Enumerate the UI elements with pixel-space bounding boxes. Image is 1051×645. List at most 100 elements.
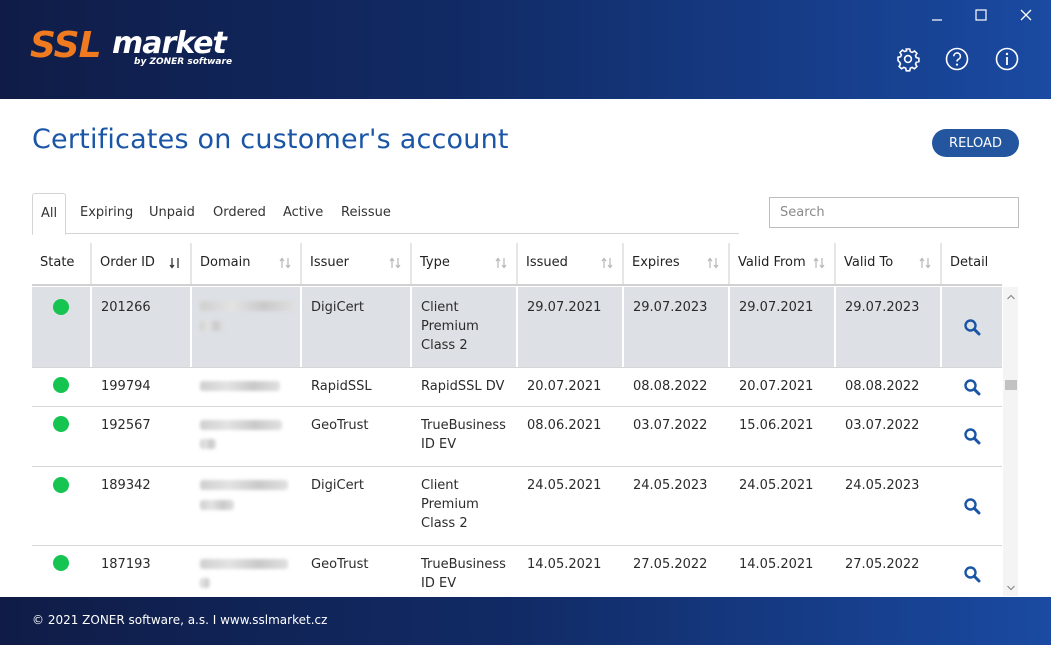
info-icon (995, 47, 1019, 71)
order-id: 199794 (101, 379, 151, 394)
column-header-detail: Detail (942, 243, 1002, 285)
status-dot (53, 416, 69, 432)
tab-all[interactable]: All (32, 193, 67, 235)
column-header-issuer[interactable]: Issuer (302, 243, 412, 285)
maximize-button[interactable] (966, 4, 996, 26)
issued-date: 24.05.2021 (527, 478, 602, 493)
column-label: Expires (632, 255, 680, 270)
column-label: Type (420, 255, 450, 270)
close-icon (1020, 9, 1032, 21)
app-footer: © 2021 ZONER software, a.s. I www.sslmar… (0, 597, 1051, 645)
type-line: Class 2 (421, 338, 468, 353)
order-id: 192567 (101, 418, 151, 433)
sort-icon (601, 257, 613, 269)
close-button[interactable] (1011, 4, 1041, 26)
domain-redacted (200, 381, 280, 391)
issuer: GeoTrust (311, 418, 369, 433)
status-dot (53, 555, 69, 571)
tab-active[interactable]: Active (275, 193, 331, 234)
search-icon[interactable] (963, 427, 981, 445)
type-line: ID EV (421, 576, 457, 591)
table-row[interactable]: 201266 DigiCert Client Premium Class 2 2… (32, 287, 1002, 367)
sort-icon (495, 257, 507, 269)
minimize-button[interactable] (922, 4, 952, 26)
column-label: Order ID (100, 255, 155, 270)
column-header-valid-from[interactable]: Valid From (730, 243, 836, 285)
filter-tabs: All Expiring Unpaid Ordered Active Reiss… (32, 193, 739, 235)
app-header: SSL market by ZONER software (0, 0, 1051, 99)
domain-redacted (200, 480, 288, 490)
expires-date: 03.07.2022 (633, 418, 708, 433)
column-label: Valid From (738, 255, 806, 270)
help-button[interactable] (944, 46, 970, 72)
sslmarket-logo: SSL market by ZONER software (30, 25, 232, 72)
column-header-expires[interactable]: Expires (624, 243, 730, 285)
domain-redacted (200, 559, 288, 569)
status-dot (53, 377, 69, 393)
search-icon[interactable] (963, 378, 981, 396)
table-row[interactable]: 189342 DigiCert Client Premium Class 2 2… (32, 467, 1002, 545)
search-icon[interactable] (963, 565, 981, 583)
table-row[interactable]: 187193 GeoTrust TrueBusiness ID EV 14.05… (32, 546, 1002, 597)
table-row[interactable]: 192567 GeoTrust TrueBusiness ID EV 08.06… (32, 407, 1002, 466)
column-header-domain[interactable]: Domain (192, 243, 302, 285)
valid-from-date: 15.06.2021 (739, 418, 814, 433)
valid-from-date: 24.05.2021 (739, 478, 814, 493)
scroll-down-icon[interactable] (1006, 583, 1016, 593)
column-header-type[interactable]: Type (412, 243, 518, 285)
expires-date: 27.05.2022 (633, 557, 708, 572)
issued-date: 08.06.2021 (527, 418, 602, 433)
issued-date: 20.07.2021 (527, 379, 602, 394)
column-label: Issued (526, 255, 568, 270)
domain-redacted (200, 578, 210, 588)
maximize-icon (975, 9, 987, 21)
sort-icon (389, 257, 401, 269)
order-id: 189342 (101, 478, 151, 493)
search-input[interactable] (769, 197, 1019, 228)
issuer: DigiCert (311, 478, 365, 493)
expires-date: 29.07.2023 (633, 300, 708, 315)
issuer: DigiCert (311, 300, 365, 315)
sort-icon (919, 257, 931, 269)
gear-icon (897, 48, 920, 72)
type-line: Premium (421, 497, 479, 512)
order-id: 201266 (101, 300, 151, 315)
search-icon[interactable] (963, 318, 981, 336)
valid-to-date: 24.05.2023 (845, 478, 920, 493)
valid-from-date: 20.07.2021 (739, 379, 814, 394)
column-header-issued[interactable]: Issued (518, 243, 624, 285)
valid-to-date: 08.08.2022 (845, 379, 920, 394)
tab-unpaid[interactable]: Unpaid (141, 193, 203, 234)
type-line: Client (421, 478, 459, 493)
tab-reissue[interactable]: Reissue (333, 193, 399, 234)
page-title: Certificates on customer's account (32, 124, 509, 155)
vertical-scrollbar[interactable] (1003, 287, 1018, 596)
search-icon[interactable] (963, 497, 981, 515)
settings-button[interactable] (895, 46, 921, 72)
valid-from-date: 29.07.2021 (739, 300, 814, 315)
domain-redacted (200, 500, 234, 510)
issuer: RapidSSL (311, 379, 372, 394)
sort-icon (279, 257, 291, 269)
column-label: Domain (200, 255, 251, 270)
tab-expiring[interactable]: Expiring (72, 193, 141, 234)
scroll-up-icon[interactable] (1006, 292, 1016, 302)
type-line: ID EV (421, 437, 457, 452)
type-line: Class 2 (421, 516, 468, 531)
column-header-state[interactable]: State (32, 243, 92, 285)
type-line: TrueBusiness (421, 418, 506, 433)
type-line: TrueBusiness (421, 557, 506, 572)
column-label: Valid To (844, 255, 894, 270)
issued-date: 14.05.2021 (527, 557, 602, 572)
expires-date: 24.05.2023 (633, 478, 708, 493)
info-button[interactable] (994, 46, 1020, 72)
tab-ordered[interactable]: Ordered (205, 193, 274, 234)
logo-ssl-text: SSL (30, 25, 102, 66)
column-header-valid-to[interactable]: Valid To (836, 243, 942, 285)
table-row[interactable]: 199794 RapidSSL RapidSSL DV 20.07.2021 0… (32, 368, 1002, 406)
domain-redacted (200, 420, 282, 430)
column-header-order-id[interactable]: Order ID (92, 243, 192, 285)
reload-button[interactable]: RELOAD (932, 129, 1019, 157)
issued-date: 29.07.2021 (527, 300, 602, 315)
scrollbar-thumb[interactable] (1005, 380, 1017, 390)
